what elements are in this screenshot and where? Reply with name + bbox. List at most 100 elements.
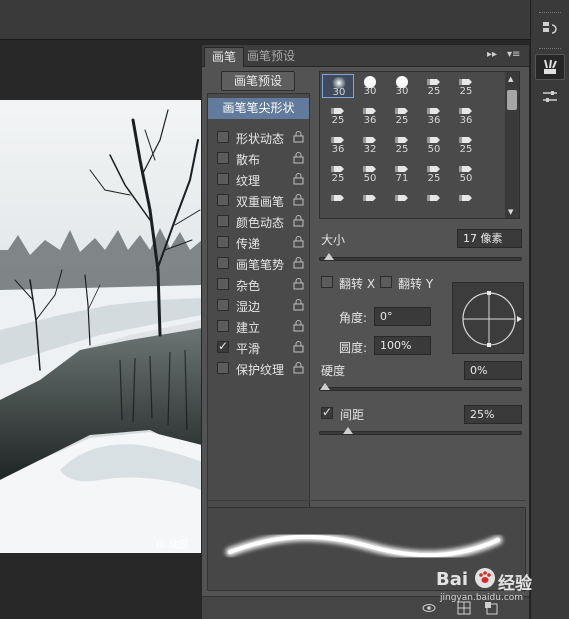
lock-icon[interactable]	[293, 215, 304, 227]
brush-option-item[interactable]: 纹理	[208, 169, 309, 190]
brush-tip-cell[interactable]	[354, 190, 386, 214]
brush-option-item[interactable]: 保护纹理	[208, 358, 309, 379]
brush-tip-cell[interactable]: 25	[322, 103, 354, 127]
lock-icon[interactable]	[293, 152, 304, 164]
brush-option-item[interactable]: 建立	[208, 316, 309, 337]
brush-presets-icon[interactable]	[535, 84, 565, 110]
lock-icon[interactable]	[293, 257, 304, 269]
brush-tip-cell[interactable]: 32	[354, 132, 386, 156]
brush-tip-cell[interactable]: 25	[386, 132, 418, 156]
grid-scrollbar[interactable]: ▲ ▼	[505, 72, 519, 218]
scroll-up-icon[interactable]: ▲	[508, 75, 513, 83]
brush-option-item[interactable]: 形状动态	[208, 127, 309, 148]
hardness-slider-knob[interactable]	[320, 383, 330, 390]
spacing-slider-knob[interactable]	[343, 427, 354, 434]
dock-grip[interactable]	[539, 48, 561, 50]
brush-option-item[interactable]: 湿边	[208, 295, 309, 316]
brush-tip-cell[interactable]: 36	[418, 103, 450, 127]
size-field[interactable]: 17 像素	[457, 229, 522, 248]
brush-option-item[interactable]: 双重画笔	[208, 190, 309, 211]
option-checkbox[interactable]	[217, 339, 229, 353]
angle-field[interactable]: 0°	[374, 307, 431, 326]
option-checkbox[interactable]	[217, 257, 229, 269]
scroll-down-icon[interactable]: ▼	[508, 208, 513, 216]
option-checkbox[interactable]	[217, 320, 229, 332]
spacing-checkbox[interactable]: ✓	[321, 405, 333, 419]
dock-grip[interactable]	[539, 12, 561, 14]
baidu-jingyan-watermark: Bai 经验 jingyan.baidu.com	[436, 563, 546, 611]
lock-icon[interactable]	[293, 194, 304, 206]
lock-icon[interactable]	[293, 236, 304, 248]
brush-tip-cell[interactable]: 25	[418, 161, 450, 185]
brush-tip-cell[interactable]: 25	[450, 132, 482, 156]
lock-icon[interactable]	[293, 299, 304, 311]
lock-icon[interactable]	[293, 320, 304, 332]
brush-tip-cell[interactable]: 30	[322, 74, 354, 98]
brush-tip-cell[interactable]: 25	[450, 74, 482, 98]
brush-tip-cell[interactable]: 71	[386, 161, 418, 185]
brush-tip-cell[interactable]: 50	[354, 161, 386, 185]
hardness-slider[interactable]	[319, 383, 522, 391]
tab-brush-presets[interactable]: 画笔预设	[240, 47, 302, 67]
collapse-panel-icon[interactable]: ▸▸	[487, 49, 497, 60]
brush-option-item[interactable]: 传递	[208, 232, 309, 253]
scroll-thumb[interactable]	[507, 90, 517, 110]
size-label: 大小	[321, 233, 346, 247]
brush-tip-cell[interactable]: 36	[354, 103, 386, 127]
size-slider[interactable]	[319, 253, 522, 261]
history-icon[interactable]	[535, 16, 565, 42]
lock-icon[interactable]	[293, 173, 304, 185]
roundness-field[interactable]: 100%	[374, 336, 431, 355]
option-checkbox[interactable]	[217, 236, 229, 248]
brush-options-list: 画笔笔尖形状 形状动态散布纹理双重画笔颜色动态传递画笔笔势杂色湿边建立平滑保护纹…	[207, 93, 310, 545]
flip-y-checkbox[interactable]	[380, 276, 392, 288]
option-label: 散布	[236, 153, 261, 167]
brush-option-item[interactable]: 杂色	[208, 274, 309, 295]
brush-tip-cell[interactable]: 25	[418, 74, 450, 98]
size-slider-knob[interactable]	[323, 253, 334, 260]
brush-tip-cell[interactable]: 25	[322, 161, 354, 185]
flip-x-checkbox[interactable]	[321, 276, 333, 288]
option-checkbox[interactable]	[217, 131, 229, 143]
brush-tip-cell[interactable]: 36	[322, 132, 354, 156]
option-checkbox[interactable]	[217, 173, 229, 185]
option-checkbox[interactable]	[217, 194, 229, 206]
option-checkbox[interactable]	[217, 152, 229, 164]
baidu-logo-text: Bai	[436, 569, 469, 590]
brush-presets-button[interactable]: 画笔预设	[221, 71, 295, 91]
lock-icon[interactable]	[293, 131, 304, 143]
brush-tip-cell[interactable]: 50	[418, 132, 450, 156]
option-checkbox[interactable]	[217, 215, 229, 227]
brush-size-label: 50	[427, 144, 441, 155]
brush-panel-icon[interactable]	[535, 54, 565, 80]
tab-brush[interactable]: 画笔	[204, 47, 245, 67]
brush-tip-cell[interactable]: 36	[450, 103, 482, 127]
eye-icon[interactable]	[422, 601, 436, 615]
brush-size-label: 25	[459, 86, 473, 97]
brush-tip-cell[interactable]: 25	[386, 103, 418, 127]
brush-tip-cell[interactable]: 30	[354, 74, 386, 98]
spacing-field[interactable]: 25%	[464, 405, 522, 424]
brush-option-item[interactable]: 颜色动态	[208, 211, 309, 232]
panel-menu-icon[interactable]: ▾≡	[507, 49, 520, 60]
angle-roundness-widget[interactable]	[452, 282, 524, 354]
brush-tip-shape-item[interactable]: 画笔笔尖形状	[208, 98, 309, 119]
brush-panel: 画笔 画笔预设 ▸▸ ▾≡ 画笔预设 画笔笔尖形状 形状动态散布纹理 双重画笔 颜色…	[201, 44, 530, 619]
brush-tip-cell[interactable]	[450, 190, 482, 214]
brush-tip-cell[interactable]	[322, 190, 354, 214]
brush-option-item[interactable]: 平滑	[208, 337, 309, 358]
brush-tip-cell[interactable]	[418, 190, 450, 214]
brush-option-item[interactable]: 散布	[208, 148, 309, 169]
spacing-slider[interactable]	[319, 427, 522, 435]
brush-option-item[interactable]: 画笔笔势	[208, 253, 309, 274]
option-checkbox[interactable]	[217, 362, 229, 374]
brush-tip-cell[interactable]: 30	[386, 74, 418, 98]
option-checkbox[interactable]	[217, 299, 229, 311]
lock-icon[interactable]	[293, 362, 304, 374]
option-checkbox[interactable]	[217, 278, 229, 290]
hardness-field[interactable]: 0%	[464, 361, 522, 380]
lock-icon[interactable]	[293, 341, 304, 353]
brush-tip-cell[interactable]	[386, 190, 418, 214]
lock-icon[interactable]	[293, 278, 304, 290]
brush-tip-cell[interactable]: 50	[450, 161, 482, 185]
